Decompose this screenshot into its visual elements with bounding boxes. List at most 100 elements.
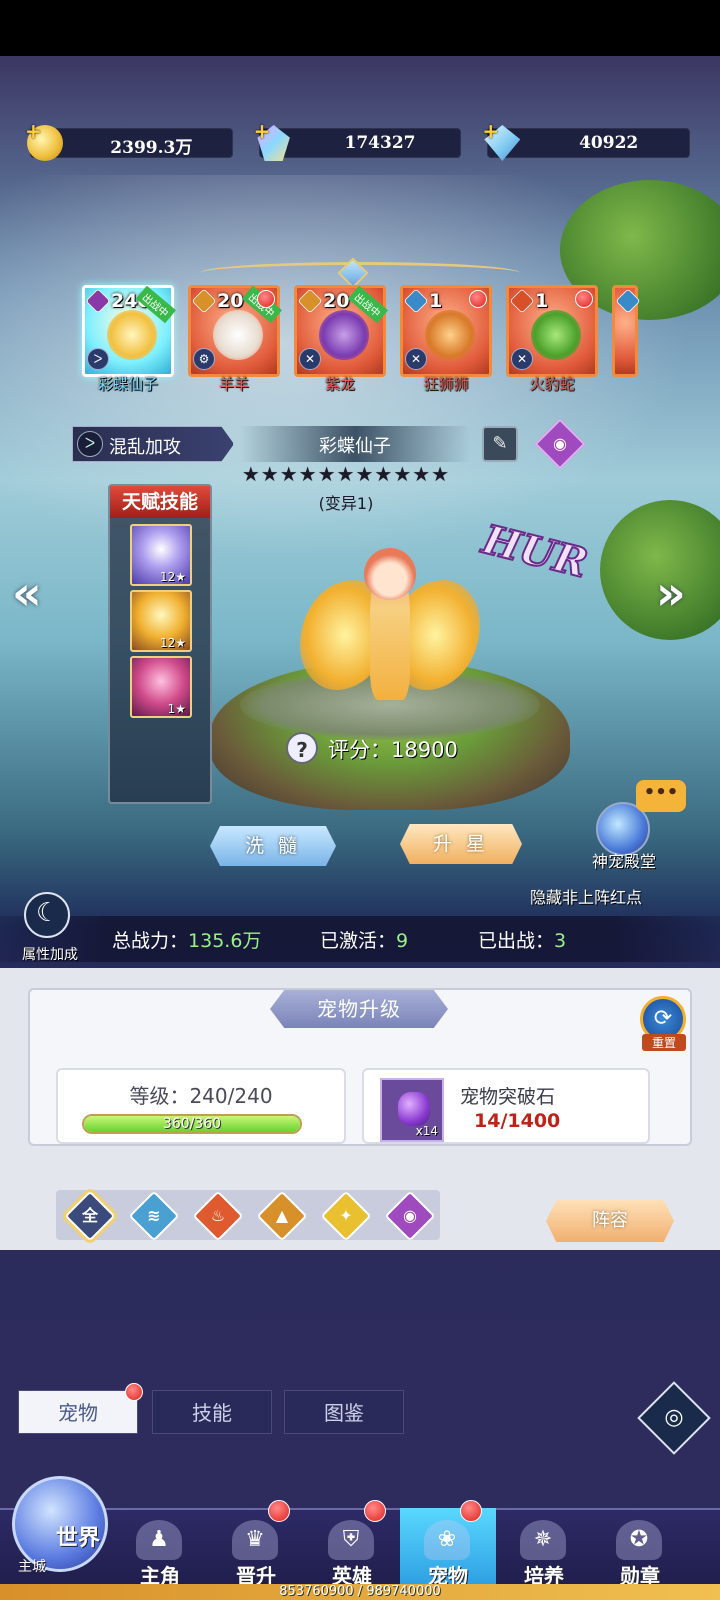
pet-card[interactable]: 20 出战中 ⚙ [188, 285, 283, 377]
reset-button[interactable]: ⟳ 重置 [636, 996, 692, 1056]
nav-train[interactable]: ✵ 培养 [496, 1508, 592, 1592]
pet-portrait [531, 310, 581, 360]
filter-light[interactable]: ✦ [320, 1190, 372, 1242]
role-icon: ✕ [405, 348, 427, 370]
deployed-count: 已出战：3 [478, 926, 566, 953]
pet-name-label: 狂狮狮 [423, 375, 469, 393]
red-dot-icon [125, 1383, 143, 1401]
talent-skill-slot[interactable]: 12★ [130, 590, 192, 652]
element-earth-icon [191, 288, 217, 314]
diamond-counter[interactable]: + 40922 [482, 119, 691, 161]
pet-temple-button[interactable]: ••• 神宠殿堂 [584, 780, 686, 871]
activated-count: 已激活：9 [320, 926, 408, 953]
prev-pet-arrow-icon[interactable]: « [12, 566, 42, 620]
filter-all-label: 全 [81, 1206, 98, 1225]
add-diamond-icon[interactable]: + [482, 119, 499, 143]
pet-name-label: 羊羊 [218, 375, 249, 393]
tab-skill-label: 技能 [192, 1401, 232, 1425]
pet-skill-tag[interactable]: ᐳ 混乱加攻 [72, 426, 234, 462]
chat-bubble-icon: ••• [636, 780, 686, 812]
temple-label: 神宠殿堂 [591, 852, 656, 871]
element-fire-icon [509, 288, 535, 314]
red-dot-icon [460, 1500, 482, 1522]
level-label: 等级：240/240 [129, 1084, 273, 1108]
talent-level: 12★ [159, 636, 186, 650]
dark-icon: ◉ [403, 1206, 417, 1225]
score-label: 评分：18900 [328, 738, 458, 762]
filter-dark[interactable]: ◉ [384, 1190, 436, 1242]
nav-heroes[interactable]: ⛨ 英雄 [304, 1500, 400, 1592]
filter-water[interactable]: ≋ [128, 1190, 180, 1242]
talent-skill-slot[interactable]: 1★ [130, 656, 192, 718]
red-dot-icon [575, 290, 593, 308]
lineup-button[interactable]: 阵容 [546, 1200, 674, 1242]
nav-medal[interactable]: ✪ 勋章 [592, 1508, 688, 1592]
deployed-label: 已出战： [478, 930, 555, 952]
filter-earth[interactable]: ▲ [256, 1190, 308, 1242]
filter-fire[interactable]: ♨ [192, 1190, 244, 1242]
world-button[interactable]: 世界 主城 [8, 1456, 116, 1590]
eye-icon: ◉ [553, 434, 567, 453]
rename-button[interactable]: ✎ [482, 426, 518, 462]
breakthrough-stone-box[interactable]: x14 宠物突破石 14/1400 [362, 1068, 650, 1144]
talent-skill-slot[interactable]: 12★ [130, 524, 192, 586]
collapse-menu-button[interactable]: ◎ [637, 1381, 711, 1455]
xp-text: 360/360 [162, 1116, 222, 1132]
stone-name: 宠物突破石 [460, 1086, 556, 1108]
purple-gem-icon [398, 1092, 430, 1126]
red-dot-icon [469, 290, 487, 308]
earth-icon: ▲ [275, 1206, 289, 1225]
crystal-counter[interactable]: + 174327 [254, 119, 462, 161]
talent-title: 天赋技能 [110, 486, 210, 518]
pet-card[interactable]: 20 出战中 ✕ [294, 285, 389, 377]
nav-pets[interactable]: ❀ 宠物 [400, 1500, 496, 1592]
tab-pet[interactable]: 宠物 [18, 1383, 143, 1434]
pet-portrait [425, 310, 475, 360]
cleanse-button[interactable]: 洗 髓 [210, 826, 336, 866]
help-icon[interactable]: ? [286, 732, 318, 764]
pet-card-partial[interactable] [612, 285, 641, 377]
role-icon: ⚙ [193, 348, 215, 370]
talent-level: 1★ [167, 702, 186, 716]
exp-footer: 853760900 / 989740000 [0, 1584, 720, 1600]
medal-icon: ✪ [616, 1520, 662, 1560]
element-earth-icon [297, 288, 323, 314]
status-bar [0, 0, 720, 56]
add-gold-icon[interactable]: + [25, 119, 42, 143]
stone-owned-count: x14 [415, 1124, 438, 1138]
level-box: 等级：240/240 360/360 [56, 1068, 346, 1144]
pet-card[interactable]: 1 ✕ [506, 285, 598, 377]
red-dot-icon [364, 1500, 386, 1522]
tab-skill[interactable]: 技能 [152, 1390, 272, 1434]
total-power-value: 135.6万 [188, 930, 262, 952]
talent-level: 12★ [159, 570, 186, 584]
hide-red-dot-toggle[interactable]: 隐藏非上阵红点 [530, 884, 642, 908]
breakthrough-stone-item[interactable]: x14 [380, 1078, 444, 1142]
pet-level: 20 [217, 290, 244, 312]
attribute-bonus-label: 属性加成 [22, 947, 78, 963]
moon-icon [24, 892, 70, 938]
pet-level: 1 [535, 290, 549, 312]
pet-card[interactable]: 240 出战中 ᐳ [82, 285, 177, 377]
star-up-button[interactable]: 升 星 [400, 824, 522, 864]
attribute-bonus-button[interactable]: 属性加成 [14, 892, 84, 964]
tab-codex[interactable]: 图鉴 [284, 1390, 404, 1434]
filter-all[interactable]: 全 [64, 1190, 116, 1242]
pet-level: 20 [323, 290, 350, 312]
nav-hero-main[interactable]: ♟ 主角 [112, 1508, 208, 1592]
pet-carousel[interactable]: 240 出战中 ᐳ 彩蝶仙子 20 出战中 ⚙ 羊羊 20 出战中 ✕ 紫龙 1 [82, 285, 641, 395]
red-dot-icon [268, 1500, 290, 1522]
activated-label: 已激活： [320, 930, 397, 952]
red-dot-icon [257, 290, 275, 308]
pet-card[interactable]: 1 ✕ [400, 285, 492, 377]
pet-model[interactable] [300, 540, 480, 710]
crystal-value: 174327 [344, 133, 416, 153]
variant-label: (变异1) [318, 494, 374, 513]
next-pet-arrow-icon[interactable]: » [656, 566, 686, 620]
add-crystal-icon[interactable]: + [254, 119, 271, 143]
element-filter-bar: 全 ≋ ♨ ▲ ✦ ◉ [56, 1190, 440, 1242]
gold-counter[interactable]: + 2399.3万 [25, 119, 233, 161]
pet-level: 1 [429, 290, 443, 312]
nav-promote[interactable]: ♛ 晋升 [208, 1500, 304, 1592]
promote-icon: ♛ [232, 1520, 278, 1560]
